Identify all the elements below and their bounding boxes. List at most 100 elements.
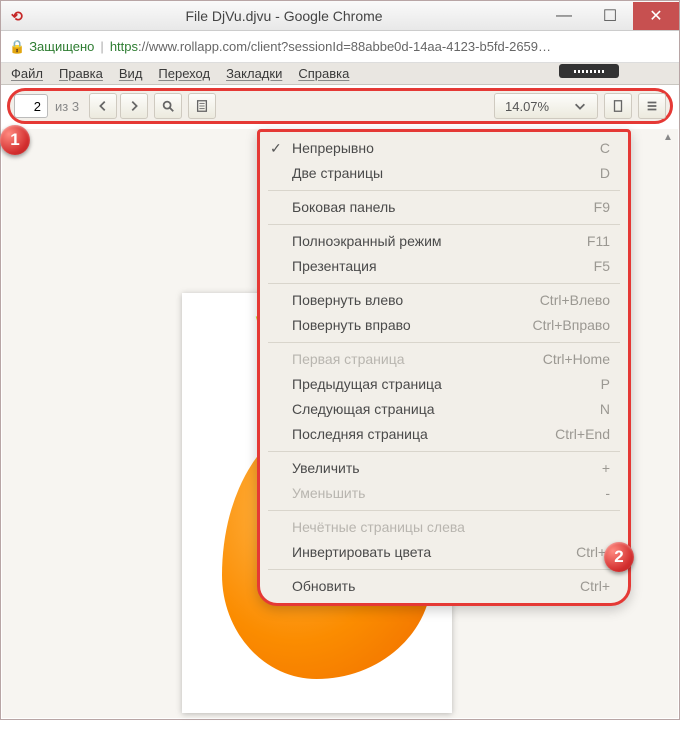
menu-first-page: Первая страница Ctrl+Home — [260, 347, 628, 372]
zoom-value: 14.07% — [505, 99, 549, 114]
lock-icon: 🔒 — [9, 39, 25, 55]
hamburger-icon — [645, 99, 659, 113]
menu-shortcut: P — [601, 374, 610, 395]
menu-item-label: Две страницы — [292, 163, 383, 184]
menu-rotate-left[interactable]: Повернуть влево Ctrl+Влево — [260, 288, 628, 313]
maximize-button[interactable]: ☐ — [587, 2, 633, 30]
hamburger-menu-button[interactable] — [638, 93, 666, 119]
menu-file[interactable]: Файл — [11, 66, 43, 81]
menu-separator — [268, 569, 620, 570]
menu-view[interactable]: Вид — [119, 66, 143, 81]
menu-invert-colors[interactable]: Инвертировать цвета Ctrl+I — [260, 540, 628, 565]
menu-item-label: Инвертировать цвета — [292, 542, 431, 563]
menu-sidebar[interactable]: Боковая панель F9 — [260, 195, 628, 220]
zoom-dropdown[interactable]: 14.07% — [494, 93, 598, 119]
toolbar: из 3 14.07% — [7, 88, 673, 124]
chevron-down-icon — [573, 99, 587, 113]
title-bar: ⟲ File DjVu.djvu - Google Chrome — ☐ ✕ — [1, 1, 679, 31]
menu-separator — [268, 342, 620, 343]
menu-separator — [268, 283, 620, 284]
menu-dual-page[interactable]: Две страницы D — [260, 161, 628, 186]
menu-item-label: Полноэкранный режим — [292, 231, 442, 252]
menu-item-label: Боковая панель — [292, 197, 395, 218]
menu-item-label: Непрерывно — [292, 138, 374, 159]
url-protocol: https — [110, 39, 138, 54]
menu-zoom-out: Уменьшить - — [260, 481, 628, 506]
menu-go[interactable]: Переход — [158, 66, 210, 81]
separator: | — [100, 39, 103, 54]
menu-shortcut: C — [600, 138, 610, 159]
prev-page-button[interactable] — [89, 93, 117, 119]
menu-shortcut: F5 — [594, 256, 610, 277]
menu-next-page[interactable]: Следующая страница N — [260, 397, 628, 422]
menu-continuous[interactable]: ✓ Непрерывно C — [260, 136, 628, 161]
menu-edit[interactable]: Правка — [59, 66, 103, 81]
menu-item-label: Увеличить — [292, 458, 360, 479]
page-total-label: из 3 — [51, 99, 83, 114]
window-title: File DjVu.djvu - Google Chrome — [27, 8, 541, 24]
chevron-left-icon — [96, 99, 110, 113]
page-nav-group: из 3 — [14, 94, 83, 118]
menu-shortcut: N — [600, 399, 610, 420]
menu-prev-page[interactable]: Предыдущая страница P — [260, 372, 628, 397]
menu-shortcut: Ctrl+Home — [543, 349, 610, 370]
menu-presentation[interactable]: Презентация F5 — [260, 254, 628, 279]
menu-item-label: Следующая страница — [292, 399, 435, 420]
close-button[interactable]: ✕ — [633, 2, 679, 30]
secure-indicator: 🔒 Защищено — [9, 39, 94, 55]
menu-item-label: Уменьшить — [292, 483, 365, 504]
browser-window: ⟲ File DjVu.djvu - Google Chrome — ☐ ✕ 🔒… — [0, 0, 680, 720]
menu-shortcut: Ctrl+End — [555, 424, 610, 445]
search-icon — [161, 99, 175, 113]
menu-item-label: Повернуть влево — [292, 290, 403, 311]
menu-odd-left: Нечётные страницы слева — [260, 515, 628, 540]
document-properties-button[interactable] — [188, 93, 216, 119]
menu-help[interactable]: Справка — [298, 66, 349, 81]
menu-item-label: Повернуть вправо — [292, 315, 411, 336]
menu-item-label: Первая страница — [292, 349, 405, 370]
check-icon: ✓ — [270, 138, 282, 159]
menu-shortcut: F11 — [587, 231, 610, 252]
menu-separator — [268, 224, 620, 225]
menu-item-label: Нечётные страницы слева — [292, 517, 465, 538]
keyboard-indicator-icon — [559, 64, 619, 78]
menu-shortcut: F9 — [594, 197, 610, 218]
page-icon — [611, 99, 625, 113]
search-button[interactable] — [154, 93, 182, 119]
secure-label: Защищено — [29, 39, 94, 54]
url-path: ://www.rollapp.com/client?sessionId=88ab… — [138, 39, 551, 54]
page-fit-button[interactable] — [604, 93, 632, 119]
url-text[interactable]: https://www.rollapp.com/client?sessionId… — [110, 39, 671, 54]
menu-shortcut: Ctrl+ — [580, 576, 610, 597]
menu-bookmarks[interactable]: Закладки — [226, 66, 282, 81]
nav-buttons — [89, 93, 148, 119]
document-icon — [195, 99, 209, 113]
callout-badge-2: 2 — [604, 542, 634, 572]
menu-zoom-in[interactable]: Увеличить + — [260, 456, 628, 481]
window-controls: — ☐ ✕ — [541, 2, 679, 30]
menu-separator — [268, 451, 620, 452]
view-context-menu: ✓ Непрерывно C Две страницы D Боковая па… — [257, 129, 631, 606]
page-number-input[interactable] — [14, 94, 48, 118]
menu-rotate-right[interactable]: Повернуть вправо Ctrl+Вправо — [260, 313, 628, 338]
menu-last-page[interactable]: Последняя страница Ctrl+End — [260, 422, 628, 447]
app-menubar: Файл Правка Вид Переход Закладки Справка — [1, 63, 679, 85]
menu-item-label: Обновить — [292, 576, 355, 597]
favicon-icon: ⟲ — [11, 8, 27, 24]
menu-shortcut: Ctrl+Влево — [540, 290, 610, 311]
menu-separator — [268, 190, 620, 191]
scroll-up-icon[interactable]: ▲ — [660, 129, 676, 145]
menu-item-label: Предыдущая страница — [292, 374, 442, 395]
menu-shortcut: + — [602, 458, 610, 479]
menu-item-label: Последняя страница — [292, 424, 428, 445]
address-bar: 🔒 Защищено | https://www.rollapp.com/cli… — [1, 31, 679, 63]
menu-shortcut: Ctrl+Вправо — [532, 315, 610, 336]
menu-separator — [268, 510, 620, 511]
minimize-button[interactable]: — — [541, 2, 587, 30]
chevron-right-icon — [127, 99, 141, 113]
next-page-button[interactable] — [120, 93, 148, 119]
menu-reload[interactable]: Обновить Ctrl+ — [260, 574, 628, 599]
menu-shortcut: - — [605, 483, 610, 504]
menu-fullscreen[interactable]: Полноэкранный режим F11 — [260, 229, 628, 254]
menu-shortcut: D — [600, 163, 610, 184]
